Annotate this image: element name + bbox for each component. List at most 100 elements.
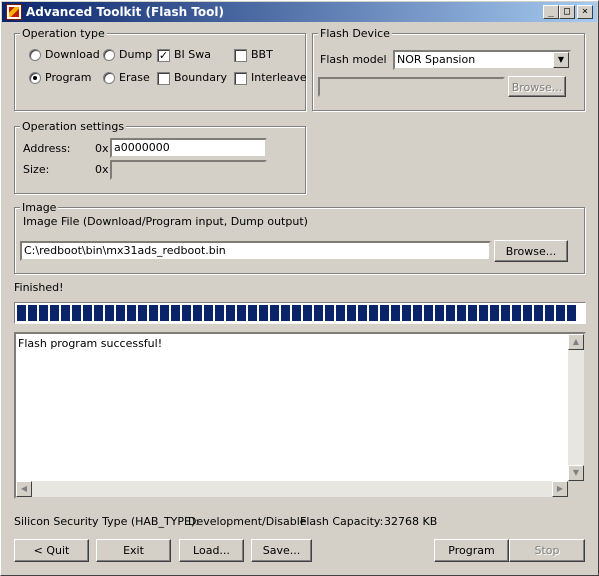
log-output[interactable]: Flash program successful! ▲ ▼ ◀ ▶ [14,332,586,499]
flash-device-group [312,33,585,111]
flash-model-select[interactable]: NOR Spansion ▼ [393,50,571,70]
progress-segment [160,305,169,321]
progress-segment [468,305,477,321]
program-button[interactable]: Program [434,539,509,562]
progress-segment [512,305,521,321]
progress-segment [116,305,125,321]
progress-segment [226,305,235,321]
dump-radio[interactable] [103,49,115,61]
progress-segment [182,305,191,321]
progress-segment [336,305,345,321]
progress-segment [248,305,257,321]
progress-segment [413,305,422,321]
image-legend: Image [20,201,59,214]
progress-segment [424,305,433,321]
quit-button[interactable]: < Quit [14,539,89,562]
status-text: Finished! [14,281,64,294]
progress-segment [523,305,532,321]
progress-segment [358,305,367,321]
image-description: Image File (Download/Program input, Dump… [23,215,308,228]
progress-segment [534,305,543,321]
title-bar[interactable]: Advanced Toolkit (Flash Tool) _ □ × [2,2,597,22]
flash-capacity-value: 32768 KB [384,515,438,528]
progress-segment [138,305,147,321]
progress-segment [347,305,356,321]
scroll-down-icon[interactable]: ▼ [568,465,584,481]
progress-segment [545,305,554,321]
progress-segment [391,305,400,321]
flash-browse-button[interactable]: Browse... [508,76,566,97]
progress-segment [72,305,81,321]
exit-button[interactable]: Exit [96,539,171,562]
progress-segment [17,305,26,321]
hab-type-value: Development/Disable [188,515,307,528]
stop-button[interactable]: Stop [509,539,585,562]
progress-segment [281,305,290,321]
minimize-button[interactable]: _ [543,5,559,19]
progress-segment [479,305,488,321]
download-radio[interactable] [29,49,41,61]
bi-swap-label: BI Swap [174,48,212,61]
address-label: Address: [23,142,71,155]
progress-segment [325,305,334,321]
progress-segment [94,305,103,321]
operation-type-legend: Operation type [20,27,107,40]
download-label: Download [45,48,100,61]
progress-segment [83,305,92,321]
chevron-down-icon[interactable]: ▼ [553,52,569,68]
progress-segment [259,305,268,321]
program-label: Program [45,71,92,84]
save-button[interactable]: Save... [251,539,312,562]
progress-segment [435,305,444,321]
progress-bar [14,302,586,324]
flash-capacity-label: Flash Capacity: [300,515,384,528]
progress-segment [28,305,37,321]
scroll-corner [568,481,584,497]
flash-model-value: NOR Spansion [397,53,476,66]
progress-segment [567,305,576,321]
boundary-checkbox[interactable] [157,72,170,85]
log-text: Flash program successful! [18,337,163,350]
flash-model-label: Flash model [320,53,387,66]
progress-segment [215,305,224,321]
progress-segment [39,305,48,321]
horizontal-scrollbar[interactable]: ◀ ▶ [16,481,568,497]
erase-radio[interactable] [103,72,115,84]
address-input[interactable]: a0000000 [110,138,267,158]
size-label: Size: [23,163,50,176]
progress-segment [446,305,455,321]
scroll-right-icon[interactable]: ▶ [552,481,568,497]
progress-segment [457,305,466,321]
image-browse-button[interactable]: Browse... [494,240,568,262]
progress-segment [303,305,312,321]
size-prefix: 0x [95,163,109,176]
progress-segment [292,305,301,321]
app-icon [6,4,22,20]
load-button[interactable]: Load... [179,539,244,562]
maximize-button[interactable]: □ [559,5,575,19]
progress-segment [501,305,510,321]
progress-segment [50,305,59,321]
progress-segment [149,305,158,321]
flash-device-legend: Flash Device [318,27,392,40]
progress-segment [314,305,323,321]
interleave-checkbox[interactable] [234,72,247,85]
progress-segment [193,305,202,321]
interleave-label: Interleave [251,71,307,84]
boundary-label: Boundary [174,71,227,84]
scroll-left-icon[interactable]: ◀ [16,481,32,497]
progress-segment [171,305,180,321]
address-prefix: 0x [95,142,109,155]
bbt-checkbox[interactable] [234,49,247,62]
progress-segment [61,305,70,321]
image-path-input[interactable]: C:\redboot\bin\mx31ads_redboot.bin [20,241,491,261]
progress-segment [369,305,378,321]
dump-label: Dump [119,48,153,61]
scroll-up-icon[interactable]: ▲ [568,334,584,350]
program-radio[interactable] [29,72,41,84]
vertical-scrollbar[interactable]: ▲ ▼ [568,334,584,481]
close-button[interactable]: × [577,5,593,19]
progress-segment [127,305,136,321]
operation-settings-legend: Operation settings [20,120,127,133]
bi-swap-checkbox[interactable]: ✓ [157,49,170,62]
